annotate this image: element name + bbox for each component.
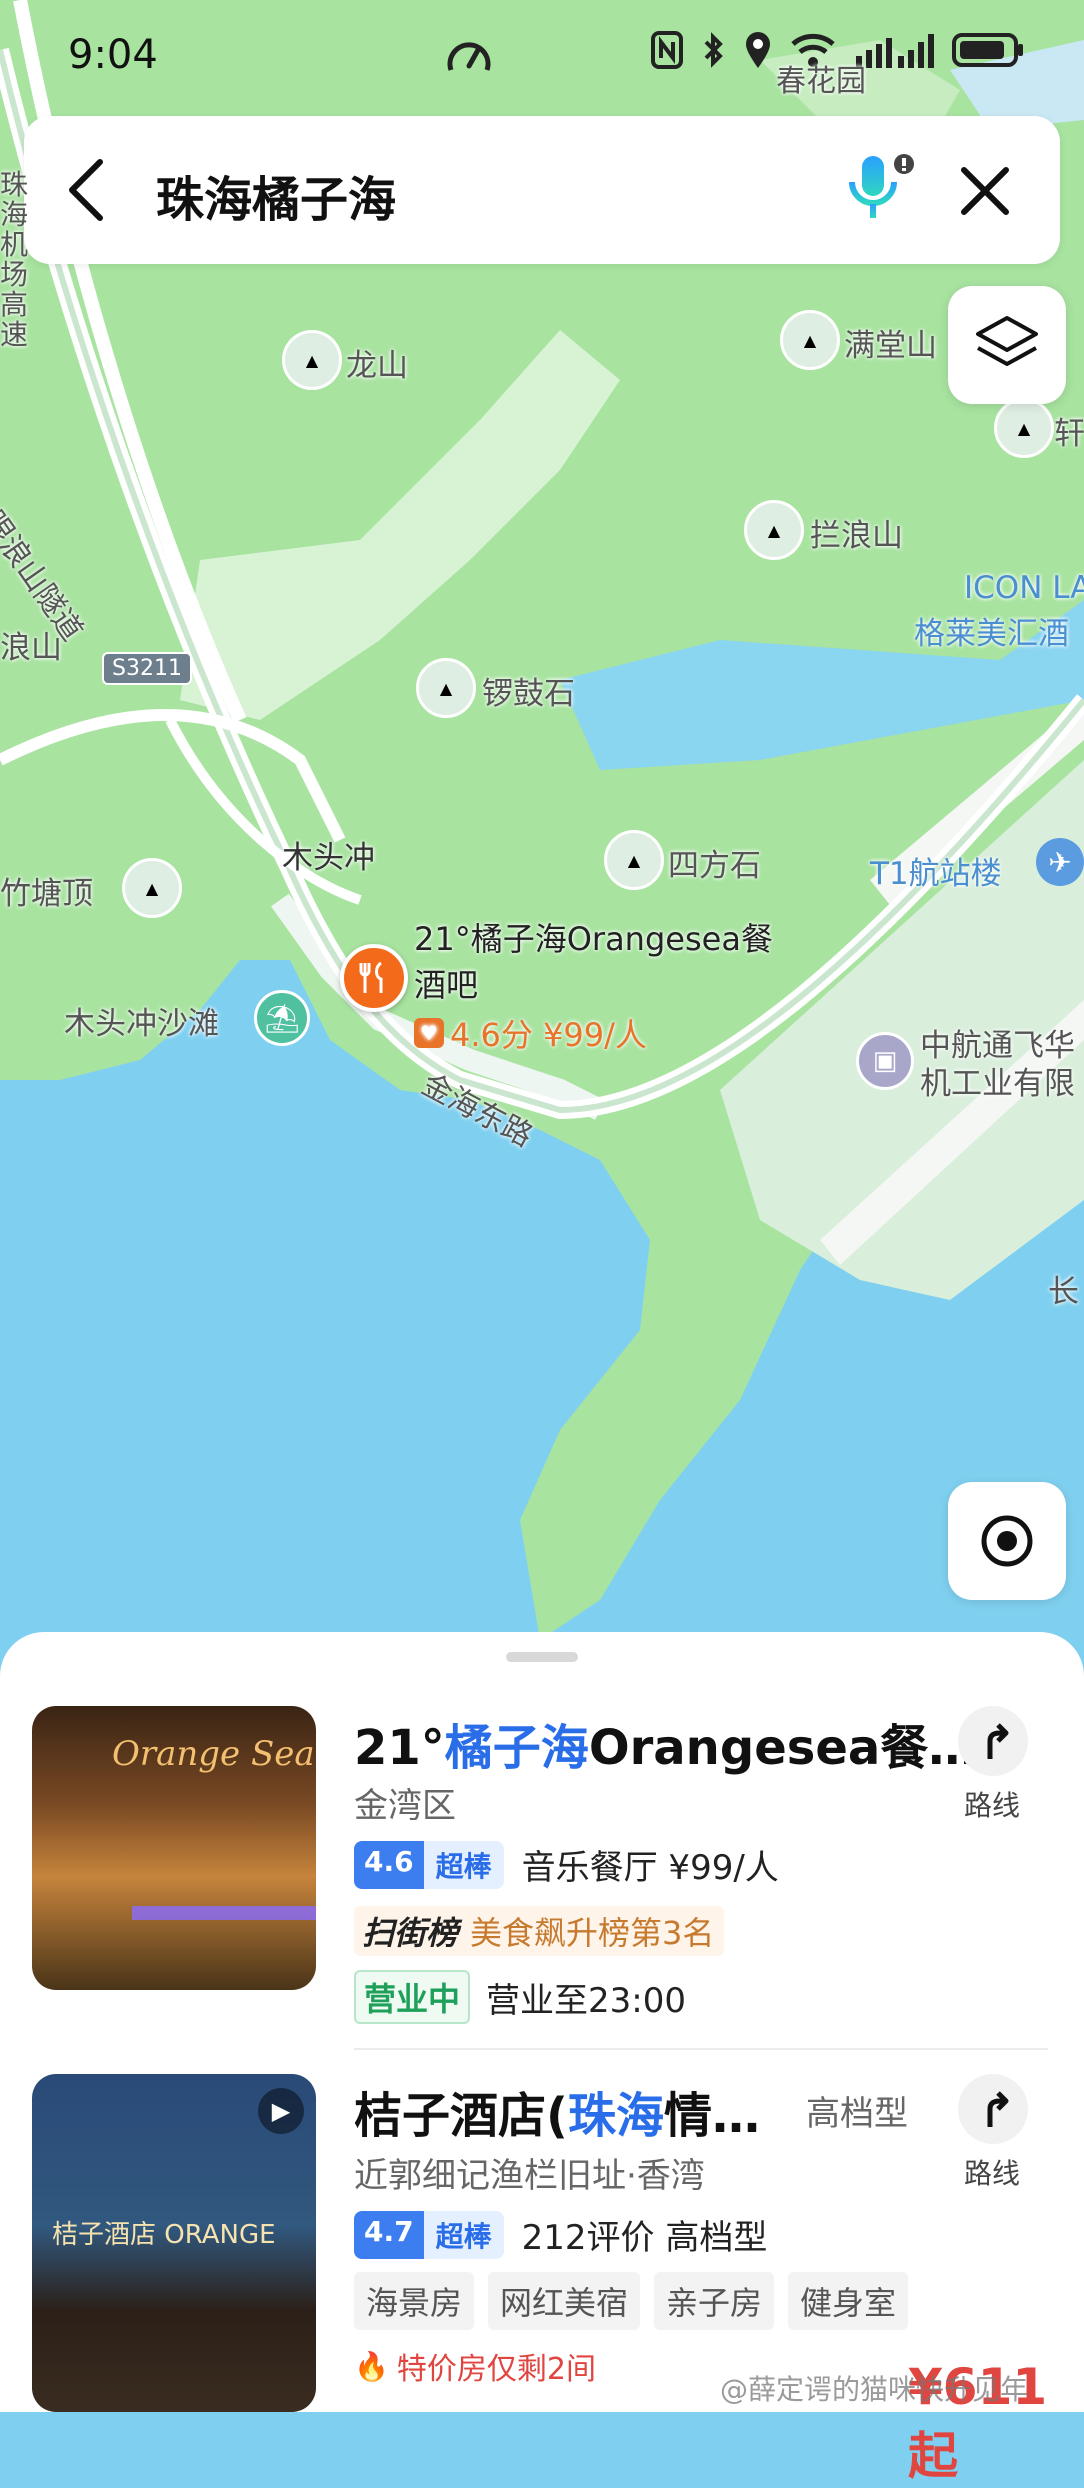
status-time: 9:04 — [68, 32, 158, 78]
route-button[interactable]: 路线 — [958, 2074, 1028, 2192]
mountain-icon: ▲ — [282, 330, 342, 390]
map-label-shan-left: 浪山 — [0, 630, 62, 666]
route-label: 路线 — [963, 2157, 1020, 2190]
result-title[interactable]: 桔子酒店(珠海情… — [354, 2076, 760, 2146]
watermark: @薛定谔的猫咪快升见年 — [720, 2373, 1029, 2406]
hotel-grade: 高档型 — [806, 2094, 908, 2134]
mountain-icon: ▲ — [416, 658, 476, 718]
rank-text: 美食飙升榜第3名 — [470, 1914, 715, 1952]
video-play-icon: ▶ — [258, 2088, 304, 2134]
result-category-price: 音乐餐厅 ¥99/人 — [521, 1848, 779, 1888]
search-bar[interactable]: 珠海橘子海 — [24, 116, 1060, 264]
locate-icon — [981, 1515, 1033, 1567]
amenity-tag: 健身室 — [788, 2272, 909, 2330]
nfc-icon — [651, 31, 683, 69]
score-value: 4.6 — [354, 1840, 424, 1889]
map-label-chunhua-garden: 春花园 — [776, 64, 866, 99]
amenity-tag: 网红美宿 — [488, 2272, 641, 2330]
rating-badge-icon: ♥ — [414, 1018, 444, 1048]
result-title[interactable]: 21°橘子海Orangesea餐… — [354, 1708, 976, 1778]
amenity-tag: 海景房 — [354, 2272, 475, 2330]
poi-marker[interactable] — [340, 944, 408, 1012]
route-icon — [958, 2074, 1028, 2144]
result-title-prefix: 21° — [354, 1720, 445, 1776]
map-label-grande-hotel: 格莱美汇酒 — [914, 616, 1069, 652]
map-label-mutouchong-beach: 木头冲沙滩 — [64, 1006, 219, 1042]
divider — [354, 2048, 1048, 2050]
battery-icon — [952, 33, 1023, 67]
reviews-grade: 212评价 高档型 — [521, 2218, 768, 2258]
poi-name-line2: 酒吧 — [414, 966, 479, 1004]
open-status-badge: 营业中 — [354, 1970, 471, 2024]
map-label-zhutangding: 竹塘顶 — [0, 876, 93, 912]
map-label-sifangshi: 四方石 — [668, 848, 761, 884]
status-bar: 9:04 春花园 — [0, 0, 1084, 110]
open-hours: 营业至23:00 — [486, 1980, 686, 2021]
poi-rating: 4.6分 ¥99/人 — [450, 1016, 647, 1054]
map-label-luogushi: 锣鼓石 — [482, 676, 575, 712]
score-label: 超棒 — [423, 1840, 504, 1889]
result-title-prefix: 桔子酒店( — [354, 2088, 568, 2144]
location-icon — [746, 32, 770, 68]
map-label-avic-2: 机工业有限 — [920, 1066, 1075, 1102]
poi-label[interactable]: 21°橘子海Orangesea餐 酒吧 ♥ 4.6分 ¥99/人 — [414, 914, 773, 1056]
bluetooth-icon — [704, 32, 723, 68]
result-title-suffix: Orangesea餐… — [588, 1720, 977, 1776]
back-arrow-icon[interactable] — [64, 158, 108, 222]
mountain-icon: ▲ — [744, 500, 804, 560]
route-label: 路线 — [963, 1789, 1020, 1822]
map-label-longshan: 龙山 — [346, 348, 408, 384]
route-icon — [958, 1706, 1028, 1776]
speed-icon — [447, 42, 491, 71]
map-label-lanlangshan: 拦浪山 — [810, 518, 903, 554]
result-district: 金湾区 — [354, 1786, 456, 1826]
close-icon[interactable] — [960, 166, 1010, 216]
sheet-drag-handle[interactable] — [506, 1652, 578, 1662]
map-label-airport-expressway: 珠海机场高速 — [0, 168, 29, 351]
poi-name-line1: 21°橘子海Orangesea餐 — [414, 920, 773, 958]
map-label-zhang: 长 — [1048, 1274, 1079, 1310]
amenity-tag: 亲子房 — [654, 2272, 775, 2330]
locate-button[interactable] — [948, 1482, 1066, 1600]
restaurant-icon — [359, 961, 383, 993]
mountain-icon: ▲ — [994, 398, 1054, 458]
thumb-sign: 桔子酒店 ORANGE — [52, 2220, 276, 2250]
result-thumbnail[interactable]: Orange Sea — [32, 1706, 316, 1990]
search-query[interactable]: 珠海橘子海 — [156, 160, 396, 230]
layers-icon — [976, 316, 1038, 366]
map-label-icon: ICON LA — [964, 570, 1084, 606]
road-shield-label: S3211 — [112, 656, 182, 681]
mountain-icon: ▲ — [780, 310, 840, 370]
result-thumbnail[interactable]: 桔子酒店 ORANGE ▶ — [32, 2074, 316, 2412]
score-label: 超棒 — [423, 2210, 504, 2259]
layers-button[interactable] — [948, 286, 1066, 404]
promo-text: 特价房仅剩2间 — [396, 2352, 596, 2387]
result-title-suffix: 情… — [663, 2088, 760, 2144]
map-label-mutouchong: 木头冲 — [282, 840, 375, 876]
thumb-sign: Orange Sea — [112, 1734, 315, 1774]
mountain-icon: ▲ — [604, 830, 664, 890]
voice-mic-icon[interactable] — [846, 152, 916, 228]
flame-icon: 🔥 — [354, 2349, 389, 2383]
signal-icon — [856, 34, 934, 68]
score-badge: 4.7 超棒 — [354, 2210, 504, 2259]
mountain-icon: ▲ — [122, 858, 182, 918]
result-title-highlight: 珠海 — [567, 2088, 664, 2144]
beach-icon: ⛱ — [254, 990, 310, 1046]
result-title-highlight: 橘子海 — [444, 1720, 589, 1776]
map-label-t1-terminal: T1航站楼 — [870, 856, 1002, 892]
map-label-xuan: 轩 — [1054, 416, 1084, 452]
map-label-mantangshan: 满堂山 — [844, 328, 937, 364]
route-button[interactable]: 路线 — [958, 1706, 1028, 1824]
airport-icon: ✈ — [1036, 838, 1084, 886]
score-badge: 4.6 超棒 — [354, 1840, 504, 1889]
factory-icon: ▣ — [856, 1032, 914, 1090]
road-shield-s3211: S3211 — [102, 652, 192, 685]
score-value: 4.7 — [354, 2210, 424, 2259]
rank-badge: 扫街榜 — [362, 1914, 459, 1952]
thumb-light-strip — [132, 1906, 316, 1920]
result-address: 近郭细记渔栏旧址·香湾 — [354, 2156, 705, 2196]
